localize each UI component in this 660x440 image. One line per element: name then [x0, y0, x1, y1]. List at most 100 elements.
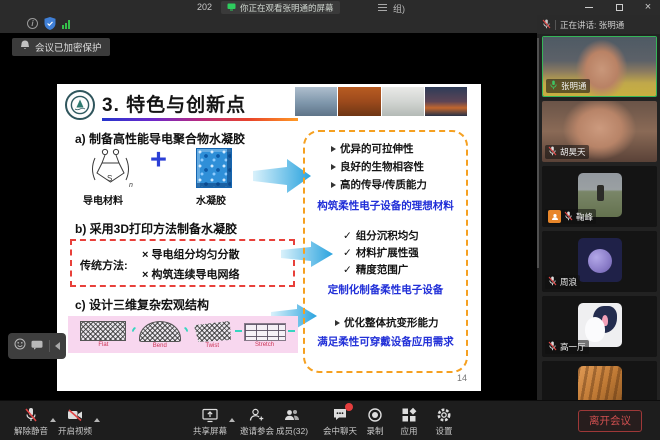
participant-tile[interactable]: 高一厅 [542, 296, 657, 357]
participant-avatar [578, 238, 622, 282]
advantage-item: 优化整体抗变形能力 [335, 315, 439, 330]
advantage-item: 优异的可拉伸性 [331, 141, 414, 156]
shared-screen-area: 会议已加密保护 3. 特色与创新点 a) 制备高性能导电聚合物水凝胶 [0, 33, 537, 400]
mesh-stretch: Stretch [244, 321, 286, 349]
participants-panel: 正在讲话: 张明通 张明通 胡昊天 鞠峰 [537, 15, 660, 400]
participant-name: 胡昊天 [560, 146, 586, 158]
share-screen-icon [202, 406, 218, 423]
campus-photo-strip [295, 87, 467, 116]
divider [555, 20, 556, 30]
meeting-info-row: i [0, 15, 537, 33]
conductive-polymer-structure: S n [83, 146, 137, 196]
divider [49, 340, 50, 352]
hydrogel-cube-image [196, 148, 232, 188]
participant-avatar [578, 366, 622, 400]
speaking-banner-label: 正在讲话: 张明通 [560, 19, 624, 31]
structure-examples-strip: Flat Bend Twist Stretch [68, 316, 298, 353]
campus-photo-2 [338, 87, 380, 116]
slide-page-number: 14 [457, 373, 467, 383]
check-icon: ✓ [343, 264, 352, 276]
advantage-item: ✓组分沉积均匀 [343, 228, 419, 243]
window-title-suffix: 组) [393, 2, 405, 15]
members-icon [284, 406, 300, 423]
emoji-icon[interactable] [14, 337, 26, 355]
campus-photo-1 [295, 87, 337, 116]
chat-bubble-icon[interactable] [31, 337, 43, 355]
check-icon: ✓ [343, 230, 352, 242]
mic-muted-icon [548, 146, 557, 158]
video-options-caret[interactable] [94, 418, 100, 422]
section-c-heading: c) 设计三维复杂宏观结构 [75, 296, 209, 313]
maximize-button[interactable] [608, 0, 630, 15]
encryption-toast: 会议已加密保护 [12, 38, 110, 56]
participant-tile[interactable]: 胡昊天 [542, 101, 657, 162]
settings-button[interactable]: 设置 [426, 406, 462, 437]
invite-icon [249, 406, 265, 423]
record-button[interactable]: 录制 [357, 406, 393, 437]
close-button[interactable]: × [637, 0, 659, 15]
conclusion-text: 定制化制备柔性电子设备 [305, 282, 466, 297]
advantage-item: 良好的生物相容性 [331, 159, 424, 174]
share-screen-button[interactable]: 共享屏幕 [187, 406, 233, 437]
list-icon[interactable] [378, 4, 387, 13]
screen-share-indicator-icon [227, 3, 236, 13]
participant-tile[interactable]: 张明通 [542, 36, 657, 97]
minimize-button[interactable] [578, 0, 600, 15]
chat-notification-badge [345, 403, 353, 411]
mesh-flat: Flat [80, 321, 126, 349]
members-button[interactable]: 成员(32) [269, 406, 315, 437]
mesh-bend: Bend [139, 321, 181, 350]
apps-icon [401, 406, 417, 423]
slide-title: 3. 特色与创新点 [102, 90, 246, 117]
svg-text:n: n [129, 182, 133, 189]
advantages-box: 优异的可拉伸性 良好的生物相容性 高的传导/传质能力 构筑柔性电子设备的理想材料… [303, 130, 468, 373]
check-icon: ✓ [343, 247, 352, 259]
mic-muted-icon [24, 406, 38, 423]
leave-meeting-button[interactable]: 离开会议 [578, 410, 642, 432]
conclusion-text: 满足柔性可穿戴设备应用需求 [305, 334, 466, 349]
conclusion-text: 构筑柔性电子设备的理想材料 [305, 198, 466, 213]
participant-tile[interactable]: 周浪 [542, 231, 657, 292]
participant-name: 高一厅 [560, 341, 586, 353]
watching-screen-banner[interactable]: 你正在观看张明通的屏幕 [221, 1, 340, 14]
mic-muted-icon [564, 211, 573, 223]
title-underline [102, 118, 298, 121]
start-video-button[interactable]: 开启视频 [52, 406, 98, 437]
participant-name: 周浪 [560, 276, 577, 288]
mesh-twist: Twist [193, 321, 231, 350]
arrow-bullet-icon [331, 164, 336, 170]
info-icon[interactable]: i [27, 18, 38, 29]
participant-tile[interactable] [542, 361, 657, 400]
traditional-method-label: 传统方法: [80, 257, 128, 273]
mic-muted-icon [542, 19, 551, 31]
hydrogel-label: 水凝胶 [196, 192, 226, 207]
participants-scrollbar[interactable] [537, 38, 539, 268]
arrow-bullet-icon [331, 182, 336, 188]
mic-muted-icon [548, 341, 557, 353]
host-badge-icon [548, 210, 561, 223]
settings-gear-icon [436, 406, 452, 423]
campus-photo-3 [382, 87, 424, 116]
arrow-bullet-icon [331, 146, 336, 152]
plus-sign: + [150, 144, 167, 177]
participant-name: 鞠峰 [576, 211, 593, 223]
bell-icon [20, 40, 30, 54]
participant-tile[interactable]: 鞠峰 [542, 166, 657, 227]
apps-button[interactable]: 应用 [391, 406, 427, 437]
record-icon [367, 406, 383, 423]
participant-name: 张明通 [561, 80, 587, 92]
advantage-item: ✓材料扩展性强 [343, 245, 419, 260]
bottom-toolbar: 解除静音 开启视频 共享屏幕 邀请参会 成员(32) 会中聊天 录制 [0, 400, 660, 440]
arrow-bullet-icon [335, 320, 340, 326]
traditional-method-item: × 构筑连续导电网络 [142, 266, 239, 282]
collapse-left-icon[interactable] [55, 342, 60, 350]
meeting-number: 202 [197, 2, 212, 12]
presentation-slide: 3. 特色与创新点 a) 制备高性能导电聚合物水凝胶 S n 导电材 [57, 84, 481, 391]
conductive-material-label: 导电材料 [83, 192, 123, 207]
traditional-method-item: × 导电组分均匀分散 [142, 246, 239, 262]
unmute-button[interactable]: 解除静音 [8, 406, 54, 437]
advantage-item: ✓精度范围广 [343, 262, 408, 277]
university-logo [65, 90, 95, 120]
speaking-banner: 正在讲话: 张明通 [537, 15, 660, 34]
quick-reaction-toolbar [8, 333, 66, 359]
